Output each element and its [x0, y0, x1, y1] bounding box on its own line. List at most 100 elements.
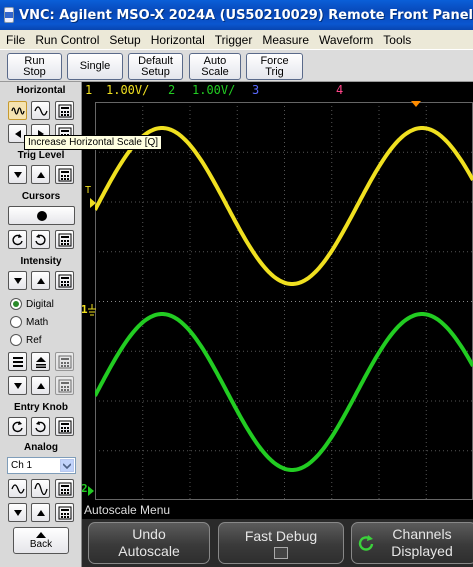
trig-level-up-button[interactable] [31, 165, 50, 184]
menu-measure[interactable]: Measure [256, 33, 313, 47]
trig-level-section-label: Trig Level [17, 150, 65, 161]
force-trig-button[interactable]: Force Trig [246, 53, 303, 80]
digital-position-up-button[interactable] [31, 376, 50, 395]
ch2-scale: 1.00V/ [192, 83, 236, 97]
entry-knob-ccw-button[interactable] [8, 417, 27, 436]
digital-keypad-button[interactable] [55, 352, 74, 371]
window-title: VNC: Agilent MSO-X 2024A (US50210029) Re… [19, 7, 473, 23]
cursors-rotate-cw-button[interactable] [31, 230, 50, 249]
keypad-icon [58, 233, 71, 246]
keypad-icon [58, 379, 71, 392]
softkey-bar: Undo Autoscale Fast Debug Channels Displ… [82, 519, 473, 567]
trig-level-keypad-button[interactable] [55, 165, 74, 184]
ch2-ground-marker [88, 486, 94, 496]
radio-digital-label: Digital [26, 298, 54, 310]
radio-math[interactable]: Math [10, 316, 48, 328]
sine-wave-icon [10, 483, 25, 494]
intensity-up-button[interactable] [31, 271, 50, 290]
triangle-left-icon [14, 129, 21, 138]
ch4-number: 4 [336, 83, 344, 97]
ch2-number: 2 [168, 83, 176, 97]
rotate-ccw-icon [12, 234, 23, 246]
menu-file[interactable]: File [0, 33, 29, 47]
intensity-section-label: Intensity [20, 256, 62, 267]
channels-label-line2: Displayed [391, 543, 453, 559]
horizontal-scale-tooltip: Increase Horizontal Scale [Q] [24, 135, 163, 150]
auto-scale-button[interactable]: Auto Scale [189, 53, 241, 80]
keypad-icon [58, 355, 71, 368]
triangle-down-icon [13, 277, 22, 284]
sine-wave-icon [33, 105, 48, 116]
undo-label-line1: Undo [132, 526, 166, 542]
undo-label-line2: Autoscale [118, 543, 180, 559]
menu-setup[interactable]: Setup [103, 33, 144, 47]
waveform-graticule [95, 102, 473, 500]
sine-tall-icon [33, 482, 48, 495]
channels-displayed-softkey[interactable]: Channels Displayed [351, 522, 473, 564]
fast-debug-softkey[interactable]: Fast Debug [218, 522, 344, 564]
trig-level-down-button[interactable] [8, 165, 27, 184]
triangle-up-lines-icon [35, 356, 46, 368]
radio-digital[interactable]: Digital [10, 298, 54, 310]
menu-run-control[interactable]: Run Control [29, 33, 103, 47]
run-stop-button[interactable]: Run Stop [7, 53, 62, 80]
ch3-number: 3 [252, 83, 260, 97]
triangle-up-icon [36, 532, 46, 538]
entry-knob-section-label: Entry Knob [14, 402, 68, 413]
ch2-ground-label: 2 [82, 482, 88, 495]
analog-scale-keypad-button[interactable] [55, 479, 74, 498]
analog-position-up-button[interactable] [31, 503, 50, 522]
keypad-icon [58, 168, 71, 181]
channel-status-bar: 1 1.00V/ 2 1.00V/ 3 4 [82, 82, 473, 99]
back-label: Back [29, 539, 53, 550]
analog-scale-increase-button[interactable] [8, 479, 27, 498]
chevron-down-icon [60, 459, 74, 472]
graticule-grid [95, 102, 473, 500]
menu-trigger[interactable]: Trigger [209, 33, 257, 47]
cursors-select-button[interactable] [8, 206, 75, 225]
trigger-level-marker [90, 198, 96, 208]
refresh-cycle-icon [358, 535, 374, 551]
single-button[interactable]: Single [67, 53, 123, 80]
ch1-number: 1 [85, 83, 93, 97]
horizontal-scale-decrease-button[interactable] [31, 101, 50, 120]
triangle-down-icon [13, 509, 22, 516]
app-icon [4, 7, 15, 23]
cursors-keypad-button[interactable] [55, 230, 74, 249]
default-setup-button[interactable]: Default Setup [128, 53, 183, 80]
checkbox-icon [274, 546, 288, 559]
sine-compressed-icon [10, 106, 25, 115]
analog-scale-decrease-button[interactable] [31, 479, 50, 498]
digital-position-down-button[interactable] [8, 376, 27, 395]
radio-ref[interactable]: Ref [10, 334, 42, 346]
analog-position-keypad-button[interactable] [55, 503, 74, 522]
analog-channel-value: Ch 1 [11, 460, 33, 471]
undo-autoscale-softkey[interactable]: Undo Autoscale [88, 522, 210, 564]
analog-position-down-button[interactable] [8, 503, 27, 522]
horizontal-keypad-button[interactable] [55, 101, 74, 120]
ch1-ground-label: 1 [82, 303, 88, 316]
intensity-down-button[interactable] [8, 271, 27, 290]
keypad-icon [58, 482, 71, 495]
digital-position-keypad-button[interactable] [55, 376, 74, 395]
radio-math-label: Math [26, 316, 49, 328]
horizontal-scale-increase-button[interactable] [8, 101, 27, 120]
entry-knob-keypad-button[interactable] [55, 417, 74, 436]
cursors-rotate-ccw-button[interactable] [8, 230, 27, 249]
channels-label-line1: Channels [392, 526, 452, 542]
menu-tools[interactable]: Tools [377, 33, 415, 47]
triangle-up-icon [36, 171, 45, 178]
rotate-ccw-icon [12, 421, 23, 433]
entry-knob-cw-button[interactable] [31, 417, 50, 436]
back-button[interactable]: Back [13, 527, 69, 554]
triangle-up-icon [36, 509, 45, 516]
digital-channels-button[interactable] [8, 352, 27, 371]
title-bar: VNC: Agilent MSO-X 2024A (US50210029) Re… [0, 0, 473, 30]
digital-up-button[interactable] [31, 352, 50, 371]
menu-waveform[interactable]: Waveform [313, 33, 377, 47]
menu-horizontal[interactable]: Horizontal [145, 33, 209, 47]
triangle-up-icon [36, 277, 45, 284]
intensity-keypad-button[interactable] [55, 271, 74, 290]
radio-selected-icon [10, 298, 22, 310]
analog-channel-select[interactable]: Ch 1 [7, 457, 76, 474]
